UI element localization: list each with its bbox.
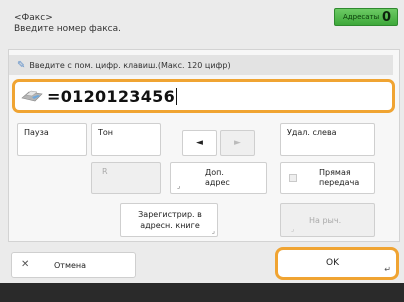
right-arrow-icon: ► — [234, 138, 241, 148]
pause-label: Пауза — [24, 128, 49, 137]
cursor-right-button[interactable]: ► — [220, 130, 255, 156]
close-icon: ✕ — [21, 259, 30, 270]
r-button[interactable]: R — [91, 162, 161, 194]
left-arrow-icon: ◄ — [196, 138, 203, 148]
pause-button[interactable]: Пауза — [17, 123, 87, 156]
screen-title: <Факс> — [14, 13, 53, 23]
cancel-button[interactable]: ✕ Отмена — [11, 252, 136, 278]
screen-subtitle: Введите номер факса. — [14, 24, 121, 34]
delete-left-button[interactable]: Удал. слева — [280, 123, 375, 156]
ok-label: OK — [326, 258, 339, 268]
delete-left-label: Удал. слева — [287, 128, 337, 137]
register-address-book-button[interactable]: Зарегистрир. в адресн. книге ⌟ — [120, 203, 218, 237]
recipients-counter-button[interactable]: Адресаты 0 — [334, 8, 398, 26]
extra-address-button[interactable]: ⌟ Доп. адрес — [170, 162, 267, 194]
cancel-label: Отмена — [54, 261, 87, 270]
recipients-count: 0 — [381, 9, 391, 25]
r-label: R — [102, 167, 108, 176]
direct-send-button[interactable]: Прямая передача — [280, 162, 375, 194]
text-caret — [176, 87, 178, 105]
register-address-book-label: Зарегистрир. в адресн. книге — [138, 210, 202, 230]
corner-mark-icon: ⌟ — [211, 227, 215, 235]
ok-button[interactable]: OK ↵ — [275, 247, 399, 280]
pencil-icon: ✎ — [17, 59, 26, 71]
screen-header: <Факс> Введите номер факса. — [14, 13, 121, 35]
enter-corner-icon: ↵ — [384, 265, 391, 274]
fax-machine-icon — [21, 90, 43, 102]
fax-number-value: =0120123456 — [47, 86, 176, 106]
corner-mark-icon: ⌟ — [177, 182, 181, 190]
footer-bar — [0, 283, 404, 302]
tone-label: Тон — [98, 128, 114, 137]
recipients-label: Адресаты — [343, 13, 380, 21]
fax-number-input[interactable]: =0120123456 — [12, 79, 395, 113]
extra-address-label: Доп. адрес — [205, 168, 230, 187]
corner-mark-icon: ⌟ — [291, 225, 295, 233]
direct-send-label: Прямая передача — [319, 168, 360, 187]
tone-button[interactable]: Тон — [91, 123, 161, 156]
direct-send-checkbox-icon — [289, 174, 297, 182]
input-hint-bar: ✎ Введите с пом. цифр. клавиш.(Макс. 120… — [9, 55, 393, 75]
on-hook-button[interactable]: ⌟ На рыч. — [280, 203, 375, 237]
cursor-left-button[interactable]: ◄ — [182, 130, 217, 156]
on-hook-label: На рыч. — [309, 216, 342, 225]
input-hint-text: Введите с пом. цифр. клавиш.(Макс. 120 ц… — [29, 60, 231, 70]
